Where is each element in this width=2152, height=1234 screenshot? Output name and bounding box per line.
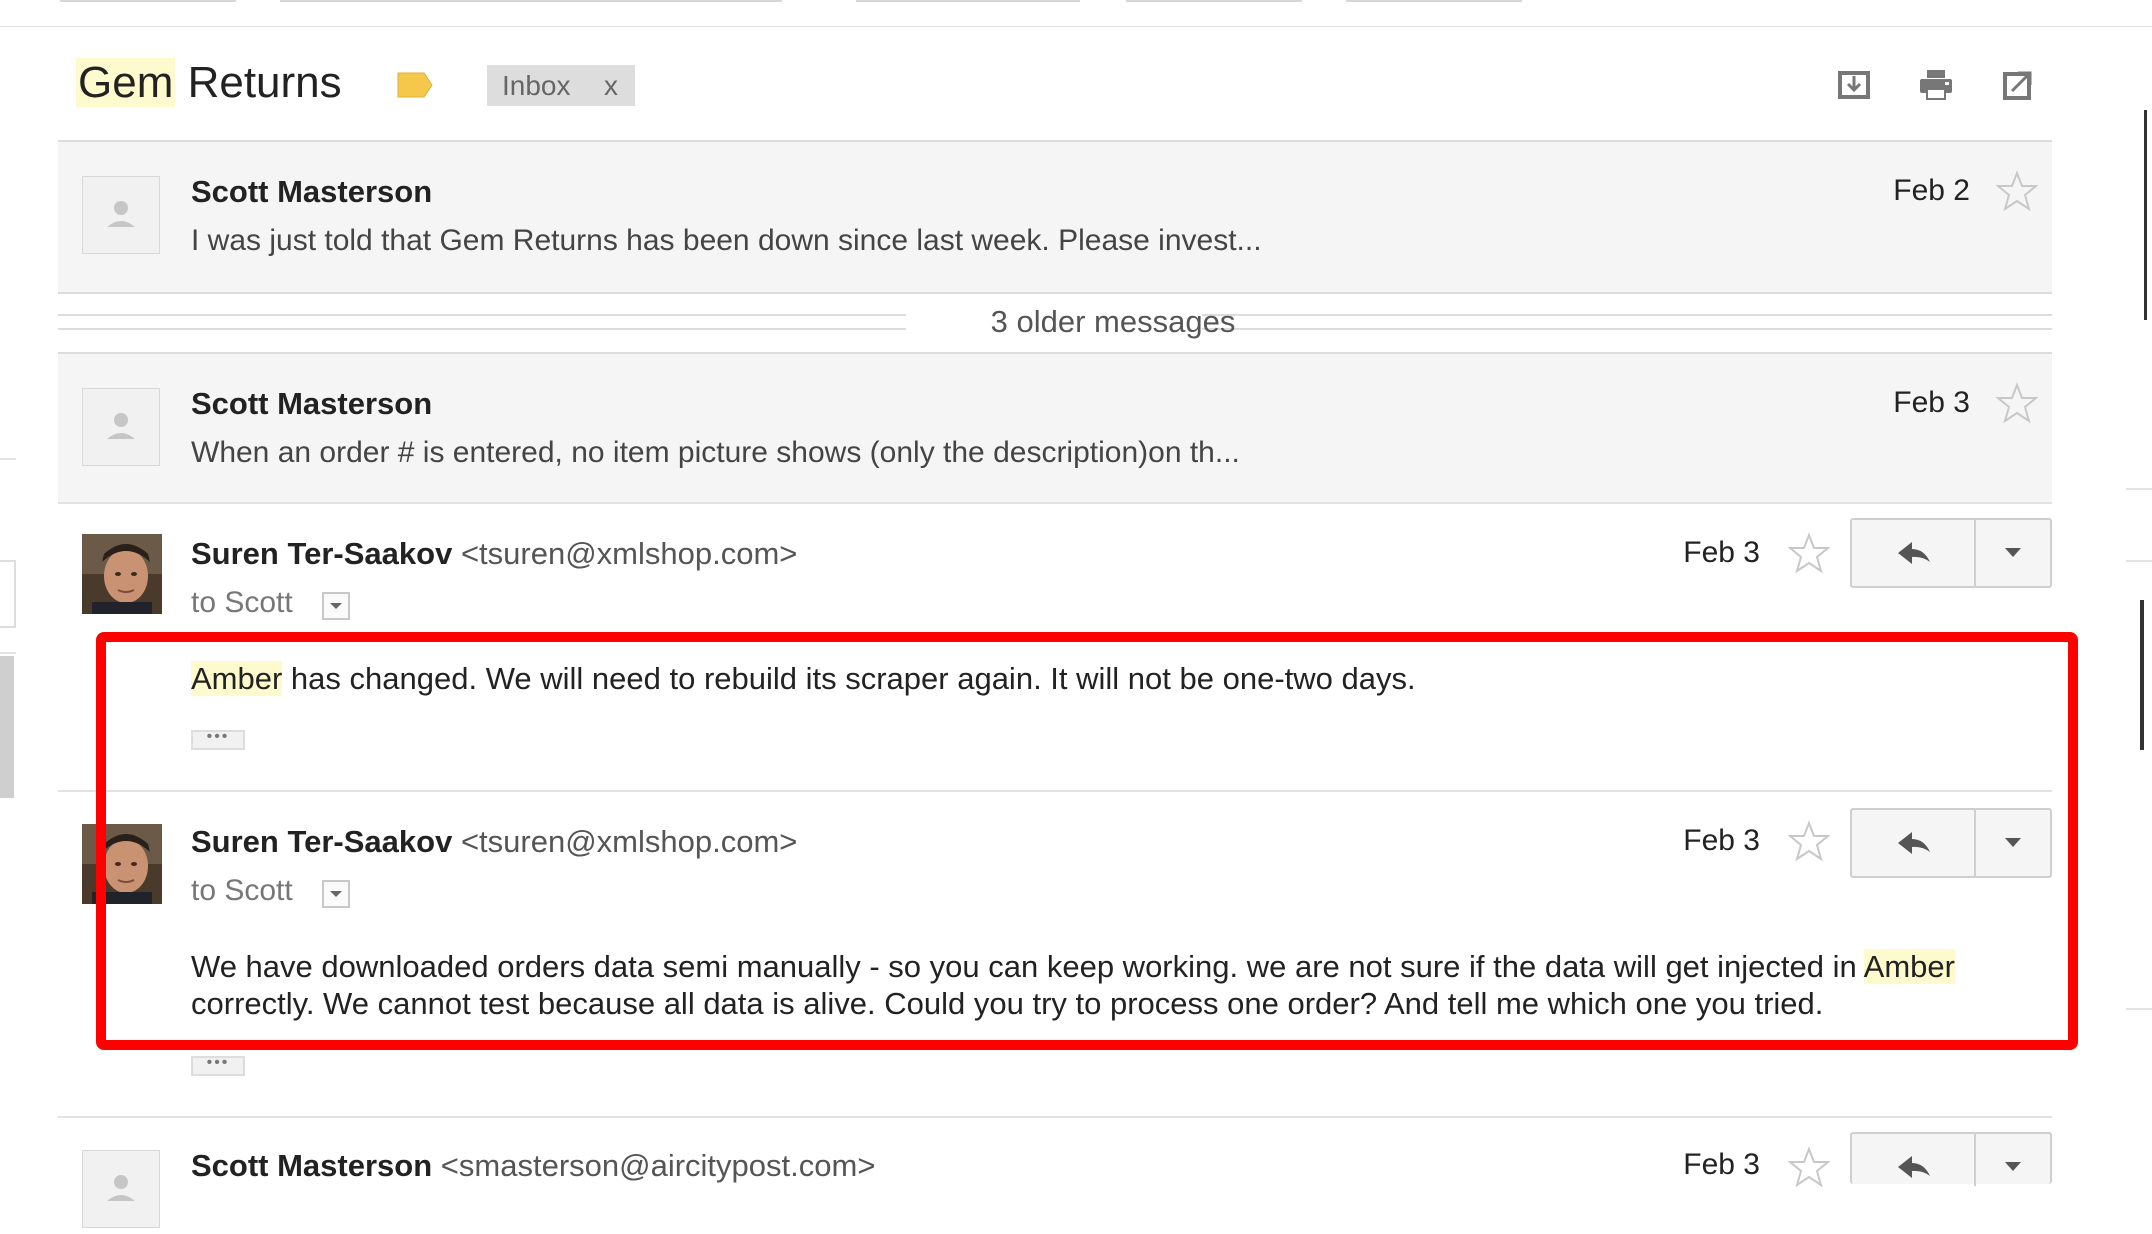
side-panel-edge — [2126, 1008, 2152, 1010]
side-panel-edge — [2126, 488, 2152, 490]
message-divider — [58, 502, 2052, 504]
show-details-button[interactable] — [322, 592, 350, 620]
label-text: Inbox — [502, 70, 571, 101]
message-date: Feb 2 — [1893, 174, 1970, 207]
sender-name: Scott Masterson — [191, 174, 433, 209]
show-trimmed-content-button[interactable]: ••• — [191, 1055, 245, 1076]
reply-button-group[interactable] — [1850, 808, 2052, 878]
more-options-button[interactable] — [1974, 1134, 2052, 1186]
highlighted-term: Amber — [1863, 949, 1955, 984]
message-body: We have downloaded orders data semi manu… — [191, 948, 1955, 985]
message-body: Amber has changed. We will need to rebui… — [191, 660, 1416, 697]
sender-photo — [82, 824, 162, 904]
body-text: correctly. We cannot test because all da… — [191, 986, 1824, 1021]
sender-email: <tsuren@xmlshop.com> — [460, 536, 798, 571]
nav-edge — [0, 652, 16, 654]
chevron-down-icon — [330, 603, 342, 609]
message-date: Feb 3 — [1683, 824, 1760, 857]
toolbar-edge — [60, 0, 236, 2]
collapsed-message[interactable]: Scott Masterson When an order # is enter… — [58, 352, 2052, 504]
subject-highlight: Gem — [76, 58, 176, 107]
label-chip-inbox[interactable]: Inbox x — [487, 65, 635, 106]
reply-icon — [1898, 1156, 1930, 1178]
sender-line: Suren Ter-Saakov <tsuren@xmlshop.com> — [191, 536, 797, 572]
message-snippet: I was just told that Gem Returns has bee… — [191, 224, 1262, 257]
default-person-icon — [107, 201, 135, 227]
sender-line: Scott Masterson <smasterson@aircitypost.… — [191, 1148, 875, 1184]
chevron-down-icon — [330, 891, 342, 897]
star-icon[interactable] — [1788, 532, 1830, 574]
collapsed-message[interactable]: Scott Masterson I was just told that Gem… — [58, 140, 2052, 292]
thread-subject: Gem Returns — [76, 58, 342, 108]
more-options-button[interactable] — [1974, 520, 2052, 586]
caret-down-icon — [2005, 548, 2021, 557]
sender-name: Scott Masterson — [191, 1148, 433, 1183]
toolbar-edge — [280, 0, 782, 2]
older-messages-label[interactable]: 3 older messages — [58, 304, 2152, 340]
star-icon[interactable] — [1788, 1146, 1830, 1188]
sender-email: <tsuren@xmlshop.com> — [460, 824, 798, 859]
subject-text: Returns — [175, 58, 342, 107]
important-tag-icon[interactable] — [396, 71, 434, 99]
side-panel-edge — [2140, 600, 2144, 750]
highlighted-term: Amber — [191, 661, 283, 696]
body-text: has changed. We will need to rebuild its… — [282, 661, 1416, 696]
message-date: Feb 3 — [1683, 536, 1760, 569]
star-icon[interactable] — [1996, 382, 2038, 424]
toolbar-edge — [856, 0, 1080, 2]
reply-button[interactable] — [1852, 1134, 1976, 1186]
sender-name: Suren Ter-Saakov — [191, 824, 453, 859]
person-photo-icon — [82, 534, 162, 614]
avatar — [82, 176, 160, 254]
reply-button-group[interactable] — [1850, 1132, 2052, 1186]
message-snippet: When an order # is entered, no item pict… — [191, 436, 1240, 469]
message-divider — [58, 790, 2052, 792]
side-panel-edge — [2126, 560, 2152, 562]
reply-button-group[interactable] — [1850, 518, 2052, 588]
header-divider — [0, 26, 2152, 27]
nav-edge — [0, 458, 16, 460]
sender-name: Scott Masterson — [191, 386, 433, 421]
sender-name: Suren Ter-Saakov — [191, 536, 453, 571]
reply-button[interactable] — [1852, 520, 1976, 586]
star-icon[interactable] — [1788, 820, 1830, 862]
reply-icon — [1898, 832, 1930, 854]
reply-icon — [1898, 542, 1930, 564]
toolbar-edge — [1346, 0, 1522, 2]
recipient-line: to Scott — [191, 586, 293, 619]
more-options-button[interactable] — [1974, 810, 2052, 876]
avatar — [82, 388, 160, 466]
person-photo-icon — [82, 824, 162, 904]
show-trimmed-content-button[interactable]: ••• — [191, 729, 245, 750]
sender-line: Suren Ter-Saakov <tsuren@xmlshop.com> — [191, 824, 797, 860]
default-person-icon — [107, 413, 135, 439]
body-text: We have downloaded orders data semi manu… — [191, 949, 1864, 984]
toolbar-edge — [1126, 0, 1302, 2]
print-icon[interactable] — [1918, 67, 1954, 103]
show-details-button[interactable] — [322, 880, 350, 908]
sender-photo — [82, 534, 162, 614]
message-divider — [58, 1116, 2052, 1118]
older-messages-bar[interactable]: 3 older messages — [58, 292, 2052, 356]
download-icon[interactable] — [1836, 67, 1872, 103]
nav-edge — [0, 560, 16, 628]
default-person-icon — [107, 1175, 135, 1201]
nav-scrollbar[interactable] — [0, 656, 14, 798]
star-icon[interactable] — [1996, 170, 2038, 212]
new-window-icon[interactable] — [2000, 67, 2036, 103]
remove-label-button[interactable]: x — [604, 65, 618, 106]
avatar — [82, 1150, 160, 1228]
message-date: Feb 3 — [1893, 386, 1970, 419]
caret-down-icon — [2005, 838, 2021, 847]
message-date: Feb 3 — [1683, 1148, 1760, 1181]
scrollbar[interactable] — [2144, 110, 2147, 320]
caret-down-icon — [2005, 1162, 2021, 1171]
recipient-line: to Scott — [191, 874, 293, 907]
sender-email: <smasterson@aircitypost.com> — [440, 1148, 876, 1183]
reply-button[interactable] — [1852, 810, 1976, 876]
